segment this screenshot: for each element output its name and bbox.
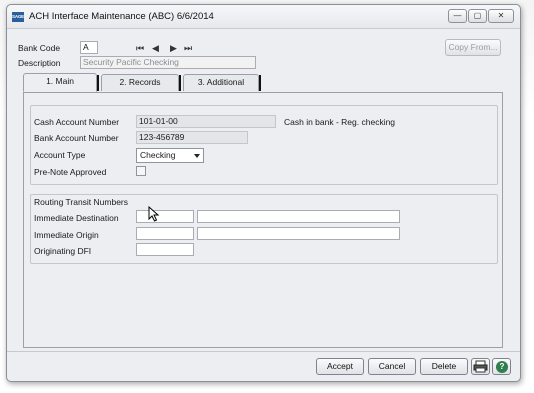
tab-separator [179, 75, 181, 91]
cancel-button[interactable]: Cancel [368, 358, 416, 375]
routing-section-title: Routing Transit Numbers [34, 197, 129, 207]
help-icon: ? [496, 361, 508, 373]
account-type-select[interactable]: Checking [136, 148, 204, 163]
prenote-checkbox[interactable] [136, 166, 146, 176]
cash-account-field: 101-01-00 [136, 115, 276, 128]
help-button[interactable]: ? [492, 358, 511, 375]
account-type-label: Account Type [34, 150, 86, 160]
window-title: ACH Interface Maintenance (ABC) 6/6/2014 [29, 11, 214, 22]
prenote-label: Pre-Note Approved [34, 167, 107, 177]
originating-dfi-label: Originating DFI [34, 246, 92, 256]
title-bar[interactable]: SAGE ACH Interface Maintenance (ABC) 6/6… [7, 5, 520, 29]
ach-interface-window: SAGE ACH Interface Maintenance (ABC) 6/6… [6, 4, 521, 382]
immediate-destination-name-input[interactable] [197, 210, 400, 223]
app-logo-icon: SAGE [12, 12, 24, 22]
chevron-down-icon [194, 154, 200, 158]
tab-main[interactable]: 1. Main [23, 73, 97, 92]
next-record-icon[interactable]: ▶ [170, 43, 177, 54]
tab-separator [97, 75, 99, 91]
tab-records[interactable]: 2. Records [101, 74, 179, 91]
accept-button[interactable]: Accept [316, 358, 364, 375]
immediate-destination-label: Immediate Destination [34, 213, 119, 223]
immediate-destination-input[interactable] [136, 210, 194, 223]
last-record-icon[interactable]: ⏭ [184, 43, 192, 54]
first-record-icon[interactable]: ⏮ [136, 43, 144, 54]
tab-main-label: 1. Main [46, 76, 74, 86]
account-type-value: Checking [140, 150, 176, 160]
previous-record-icon[interactable]: ◀ [152, 43, 159, 54]
immediate-origin-name-input[interactable] [197, 227, 400, 240]
minimize-button[interactable]: — [448, 9, 467, 23]
bank-code-input[interactable]: A [80, 41, 98, 54]
tab-records-label: 2. Records [119, 77, 161, 87]
main-tab-panel: Cash Account Number 101-01-00 Cash in ba… [23, 92, 503, 348]
footer-bar: Accept Cancel Delete ? [7, 351, 520, 381]
bank-account-field: 123-456789 [136, 131, 248, 144]
delete-button[interactable]: Delete [420, 358, 468, 375]
immediate-origin-input[interactable] [136, 227, 194, 240]
bank-code-label: Bank Code [18, 43, 61, 53]
mouse-pointer-icon [148, 206, 160, 222]
tab-additional-label: 3. Additional [197, 77, 245, 87]
printer-icon [473, 360, 488, 373]
cash-account-description: Cash in bank - Reg. checking [284, 117, 396, 127]
close-button[interactable]: ✕ [488, 9, 514, 23]
originating-dfi-input[interactable] [136, 243, 194, 256]
description-label: Description [18, 58, 61, 68]
bank-account-label: Bank Account Number [34, 133, 119, 143]
copy-from-button[interactable]: Copy From... [445, 39, 501, 56]
immediate-origin-label: Immediate Origin [34, 230, 99, 240]
tab-separator [259, 75, 261, 91]
description-input[interactable]: Security Pacific Checking [80, 56, 256, 69]
maximize-button[interactable]: ▢ [468, 9, 487, 23]
cash-account-label: Cash Account Number [34, 117, 120, 127]
tab-additional[interactable]: 3. Additional [183, 74, 259, 91]
print-button[interactable] [471, 358, 490, 375]
